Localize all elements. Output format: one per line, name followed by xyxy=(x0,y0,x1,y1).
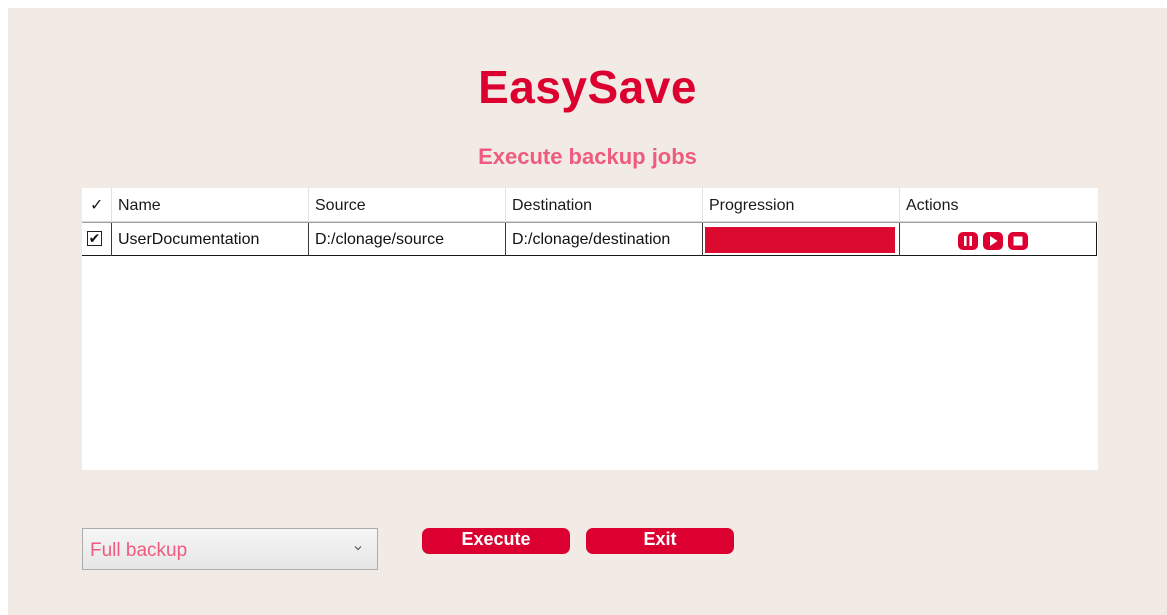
column-header-destination[interactable]: Destination xyxy=(506,188,703,221)
execute-button[interactable]: Execute xyxy=(422,528,570,554)
job-progression-cell xyxy=(703,223,900,256)
column-header-progression[interactable]: Progression xyxy=(703,188,900,221)
backup-type-select[interactable]: Full backup xyxy=(82,528,378,570)
job-source: D:/clonage/source xyxy=(309,223,506,256)
exit-button[interactable]: Exit xyxy=(586,528,734,554)
job-actions-cell xyxy=(900,223,1097,256)
backup-jobs-grid: ✓ Name Source Destination Progression Ac… xyxy=(82,188,1098,470)
chevron-down-icon xyxy=(354,546,362,551)
column-header-select[interactable]: ✓ xyxy=(82,188,112,221)
pause-button[interactable] xyxy=(958,232,978,250)
stop-button[interactable] xyxy=(1008,232,1028,250)
column-header-actions[interactable]: Actions xyxy=(900,188,1097,221)
play-icon xyxy=(990,236,998,246)
column-header-name[interactable]: Name xyxy=(112,188,309,221)
play-button[interactable] xyxy=(983,232,1003,250)
job-destination: D:/clonage/destination xyxy=(506,223,703,256)
row-checkbox[interactable]: ✔ xyxy=(87,231,102,246)
page-subtitle: Execute backup jobs xyxy=(478,144,697,169)
stop-icon xyxy=(1013,236,1023,246)
job-name: UserDocumentation xyxy=(112,223,309,256)
app-window: EasySave Execute backup jobs ✓ Name Sour… xyxy=(8,8,1167,615)
app-title: EasySave xyxy=(478,61,697,113)
progress-bar-fill xyxy=(705,227,895,253)
pause-icon xyxy=(964,236,972,246)
table-row[interactable]: ✔ UserDocumentation D:/clonage/source D:… xyxy=(82,222,1097,256)
grid-header: ✓ Name Source Destination Progression Ac… xyxy=(82,188,1098,222)
backup-type-value: Full backup xyxy=(90,540,188,561)
progress-bar xyxy=(705,227,895,253)
column-header-source[interactable]: Source xyxy=(309,188,506,221)
row-select-cell: ✔ xyxy=(82,223,112,256)
